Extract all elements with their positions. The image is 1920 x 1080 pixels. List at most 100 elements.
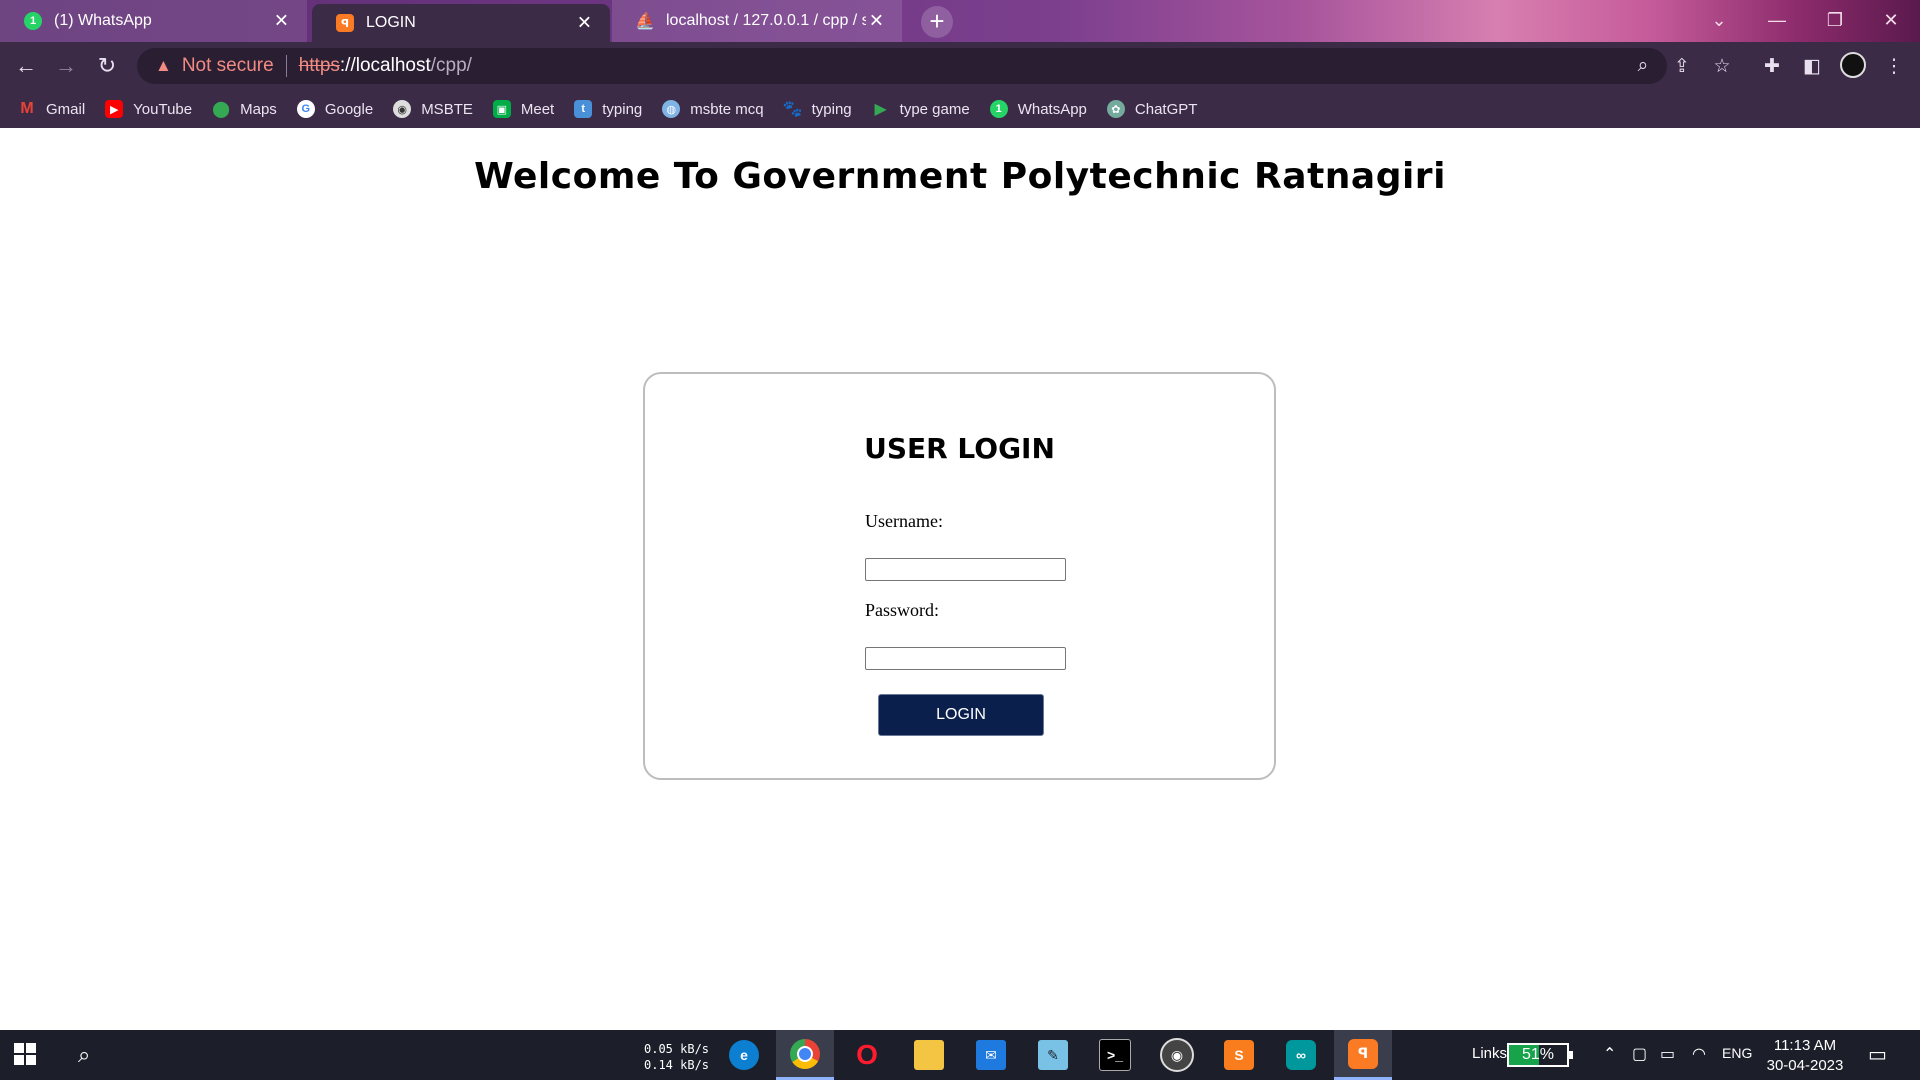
username-input[interactable] (865, 558, 1066, 581)
terminal-icon[interactable]: >_ (1086, 1030, 1144, 1080)
tab-title: (1) WhatsApp (54, 12, 152, 29)
restore-button[interactable]: ❐ (1806, 0, 1864, 40)
meet-now-icon[interactable]: ▢ (1632, 1044, 1647, 1064)
share-icon[interactable]: ⇪ (1666, 50, 1698, 82)
minimize-button[interactable]: — (1748, 0, 1806, 40)
bookmark-label: Google (324, 100, 374, 118)
music-icon[interactable]: ◉ (1148, 1030, 1206, 1080)
typing-t-icon: t (574, 100, 593, 118)
bookmark-label: msbte mcq (690, 100, 764, 118)
bookmark-typing-2[interactable]: 🐾 typing (782, 100, 852, 119)
forward-button[interactable]: → (50, 50, 82, 82)
bookmark-maps[interactable]: ⬤ Maps (212, 100, 277, 119)
paw-icon: 🐾 (782, 101, 803, 118)
bookmark-star-icon[interactable]: ☆ (1706, 50, 1738, 82)
whatsapp-icon: 1 (989, 100, 1008, 118)
download-speed: 0.14 kB/s (644, 1058, 710, 1072)
chrome-icon[interactable] (776, 1030, 834, 1080)
close-icon[interactable]: ✕ (274, 11, 289, 32)
bookmark-label: typing (602, 100, 643, 118)
battery-nub (1569, 1051, 1573, 1059)
network-speed-meter: 0.05 kB/s 0.14 kB/s (644, 1041, 709, 1073)
battery-meter[interactable]: 51% (1507, 1043, 1573, 1067)
sublime-text-icon[interactable]: S (1210, 1030, 1268, 1080)
opera-icon[interactable]: O (838, 1030, 896, 1080)
search-icon[interactable]: ⌕ (78, 1042, 90, 1068)
bookmark-msbte[interactable]: ◉ MSBTE (393, 100, 473, 118)
page-title: Welcome To Government Polytechnic Ratnag… (474, 156, 1446, 197)
arduino-icon[interactable]: ∞ (1272, 1030, 1330, 1080)
battery-icon[interactable]: ▭ (1660, 1044, 1675, 1064)
side-panel-icon[interactable]: ◧ (1796, 50, 1828, 82)
bookmark-chatgpt[interactable]: ✿ ChatGPT (1106, 100, 1198, 118)
globe-icon: ◍ (662, 100, 681, 118)
links-toolbar-label[interactable]: Links (1472, 1045, 1507, 1062)
extensions-icon[interactable]: ✚ (1756, 50, 1788, 82)
tab-title: LOGIN (366, 14, 416, 31)
divider (285, 55, 287, 77)
username-label: Username: (865, 511, 943, 531)
clock-time: 11:13 AM (1773, 1037, 1837, 1054)
notepad-icon[interactable]: ✎ (1024, 1030, 1082, 1080)
profile-avatar[interactable] (1840, 52, 1866, 78)
zoom-icon[interactable]: ⌕ (1627, 50, 1659, 82)
reload-button[interactable]: ↻ (91, 50, 123, 82)
bookmark-label: Meet (520, 100, 555, 118)
login-button[interactable]: LOGIN (878, 694, 1044, 736)
windows-start-button[interactable] (14, 1043, 36, 1065)
phpmyadmin-icon: ⛵ (635, 13, 655, 30)
bookmark-youtube[interactable]: ▶ YouTube (105, 100, 192, 118)
chevron-up-icon[interactable]: ⌃ (1603, 1044, 1616, 1064)
bookmark-label: WhatsApp (1017, 100, 1087, 118)
tab-search-icon[interactable]: ⌄ (1690, 0, 1748, 40)
bookmark-meet[interactable]: ▣ Meet (492, 100, 555, 118)
clock[interactable]: 11:13 AM 30-04-2023 (1755, 1036, 1855, 1076)
notifications-icon[interactable]: ▭ (1868, 1042, 1887, 1067)
bookmark-google[interactable]: G Google (296, 100, 374, 118)
battery-percent: 51% (1521, 1046, 1555, 1063)
bookmark-label: Gmail (46, 100, 86, 118)
close-icon[interactable]: ✕ (577, 13, 592, 34)
bookmark-label: type game (899, 100, 970, 118)
password-input[interactable] (865, 647, 1066, 670)
mail-icon[interactable]: ✉ (962, 1030, 1020, 1080)
clock-date: 30-04-2023 (1766, 1057, 1844, 1074)
menu-icon[interactable]: ⋮ (1878, 50, 1910, 82)
new-tab-button[interactable]: + (921, 6, 953, 38)
bookmark-type-game[interactable]: ▶ type game (872, 100, 970, 119)
language-indicator[interactable]: ENG (1722, 1045, 1752, 1061)
meet-icon: ▣ (492, 100, 511, 118)
address-bar[interactable]: ▲ Not secure https://localhost/cpp/ (137, 48, 1667, 84)
tab-login[interactable]: ꟼ LOGIN ✕ (312, 4, 610, 42)
back-button[interactable]: ← (10, 50, 42, 82)
bookmark-label: ChatGPT (1134, 100, 1198, 118)
bookmark-gmail[interactable]: M Gmail (18, 100, 85, 118)
file-explorer-icon[interactable] (900, 1030, 958, 1080)
url-scheme: https (298, 55, 340, 76)
xampp-icon[interactable]: ꟼ (1334, 1030, 1392, 1080)
bookmark-label: MSBTE (421, 100, 473, 118)
edge-icon[interactable]: e (715, 1030, 773, 1080)
tab-title: localhost / 127.0.0.1 / cpp / stude (666, 12, 866, 29)
youtube-icon: ▶ (105, 100, 124, 118)
google-icon: G (296, 100, 315, 118)
bookmarks-bar: M Gmail ▶ YouTube ⬤ Maps G Google ◉ MSBTE ▣ Me… (0, 90, 1920, 128)
password-label: Password: (865, 600, 940, 620)
tab-strip: 1 (1) WhatsApp ✕ ꟼ LOGIN ✕ ⛵ localhost /… (0, 0, 1920, 42)
msbte-icon: ◉ (393, 100, 412, 118)
warning-icon[interactable]: ▲ (155, 56, 172, 76)
xampp-icon: ꟼ (336, 14, 354, 32)
bookmark-msbte-mcq[interactable]: ◍ msbte mcq (662, 100, 764, 118)
tab-phpmyadmin[interactable]: ⛵ localhost / 127.0.0.1 / cpp / stude ✕ (612, 0, 902, 42)
login-card: USER LOGIN Username: Password: LOGIN (643, 372, 1276, 780)
close-window-button[interactable]: ✕ (1862, 0, 1920, 40)
wifi-icon[interactable]: ◠ (1692, 1044, 1706, 1064)
url-host: ://localhost (339, 55, 431, 76)
close-icon[interactable]: ✕ (869, 11, 884, 32)
upload-speed: 0.05 kB/s (644, 1042, 710, 1056)
security-status[interactable]: Not secure (182, 55, 274, 77)
tab-whatsapp[interactable]: 1 (1) WhatsApp ✕ (0, 0, 307, 42)
bookmark-whatsapp[interactable]: 1 WhatsApp (989, 100, 1087, 118)
bookmark-label: typing (811, 100, 852, 118)
bookmark-typing[interactable]: t typing (574, 100, 642, 118)
